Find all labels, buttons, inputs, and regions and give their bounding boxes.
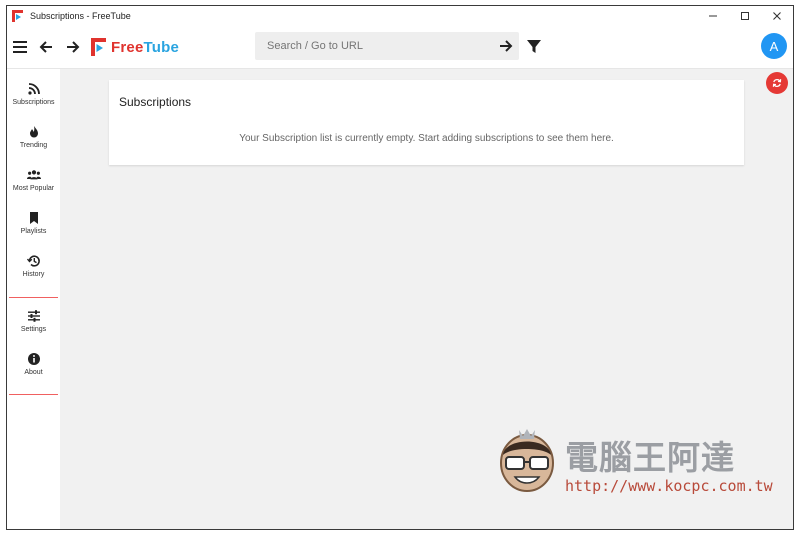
- sidebar-item-settings[interactable]: Settings: [7, 304, 60, 344]
- sidebar-item-label: Most Popular: [12, 185, 55, 192]
- freetube-logo[interactable]: FreeTube: [91, 37, 179, 57]
- window-title: Subscriptions - FreeTube: [30, 11, 131, 21]
- sidebar: Subscriptions Trending Most Popular Play…: [7, 69, 60, 529]
- sidebar-item-trending[interactable]: Trending: [7, 120, 60, 160]
- watermark-title: 電腦王阿達: [565, 438, 735, 477]
- freetube-logo-icon: [91, 38, 106, 56]
- sidebar-divider: [9, 297, 58, 298]
- mascot-face-icon: [500, 429, 554, 492]
- back-button[interactable]: [36, 36, 56, 58]
- search-go-arrow-icon: [500, 40, 513, 52]
- brand-tube-text: Tube: [143, 38, 180, 56]
- maximize-button[interactable]: [729, 6, 761, 26]
- filter-icon: [527, 40, 541, 53]
- page-title: Subscriptions: [119, 95, 192, 109]
- search-bar: [255, 32, 519, 60]
- brand-free-text: Free: [111, 38, 144, 56]
- subscriptions-card: Subscriptions Your Subscription list is …: [109, 80, 744, 165]
- info-icon: [27, 353, 40, 365]
- window-controls: [697, 6, 793, 26]
- maximize-icon: [741, 12, 749, 20]
- sidebar-item-label: About: [24, 369, 43, 376]
- top-nav: FreeTube A: [7, 26, 793, 69]
- search-filter-button[interactable]: [525, 37, 543, 57]
- search-input[interactable]: [265, 39, 489, 53]
- history-icon: [26, 255, 40, 267]
- back-arrow-icon: [39, 41, 52, 53]
- refresh-button[interactable]: [766, 72, 788, 94]
- refresh-icon: [772, 79, 782, 87]
- minimize-button[interactable]: [697, 6, 729, 26]
- sidebar-item-about[interactable]: About: [7, 347, 60, 387]
- sidebar-item-subscriptions[interactable]: Subscriptions: [7, 77, 60, 117]
- profile-avatar[interactable]: A: [761, 33, 787, 59]
- close-button[interactable]: [761, 6, 793, 26]
- sliders-icon: [27, 310, 40, 322]
- freetube-app-icon: [12, 10, 23, 22]
- app-window: Subscriptions - FreeTube FreeTube Search…: [6, 5, 794, 530]
- sidebar-item-label: Playlists: [20, 228, 47, 235]
- title-bar: Subscriptions - FreeTube: [7, 6, 793, 26]
- bookmark-icon: [29, 212, 38, 224]
- search-go-button[interactable]: [497, 37, 515, 55]
- watermark-url: http://www.kocpc.com.tw: [565, 477, 773, 495]
- forward-arrow-icon: [67, 41, 80, 53]
- sidebar-item-label: Trending: [19, 142, 48, 149]
- close-icon: [773, 12, 781, 20]
- sidebar-item-history[interactable]: History: [7, 249, 60, 289]
- sidebar-divider: [9, 394, 58, 395]
- sidebar-item-label: Subscriptions: [12, 99, 55, 106]
- users-icon: [26, 170, 41, 180]
- rss-icon: [27, 83, 40, 95]
- sidebar-item-label: Settings: [20, 326, 47, 333]
- sidebar-item-most-popular[interactable]: Most Popular: [7, 163, 60, 203]
- sidebar-item-label: History: [22, 271, 45, 278]
- fire-icon: [29, 126, 38, 138]
- sidebar-item-playlists[interactable]: Playlists: [7, 206, 60, 246]
- forward-button[interactable]: [63, 36, 83, 58]
- site-watermark: 電腦王阿達 http://www.kocpc.com.tw: [491, 421, 773, 501]
- menu-button[interactable]: [10, 36, 30, 58]
- hamburger-menu-icon: [13, 41, 27, 53]
- brand-name: FreeTube: [111, 39, 179, 56]
- empty-state-message: Your Subscription list is currently empt…: [239, 133, 614, 144]
- minimize-icon: [709, 15, 717, 17]
